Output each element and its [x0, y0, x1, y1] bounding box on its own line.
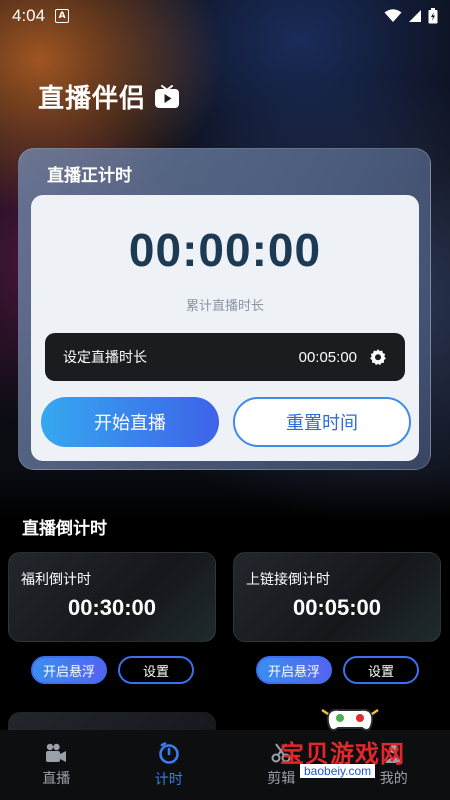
countdown-card-time: 00:05:00: [292, 595, 382, 620]
countdown-card-link: 上链接倒计时 00:05:00: [233, 552, 441, 642]
countdown-card-label: 上链接倒计时: [246, 572, 330, 588]
video-camera-icon: [46, 743, 67, 762]
gamepad-logo-icon: [321, 708, 379, 731]
nav-item-label: 计时: [154, 772, 183, 788]
countdown-section-title: 直播倒计时: [22, 519, 107, 539]
countdown-card-time: 00:30:00: [67, 595, 157, 620]
timer-caption: 累计直播时长: [185, 299, 264, 314]
settings-button[interactable]: 设置: [118, 656, 194, 684]
set-duration-row[interactable]: 设定直播时长 00:05:00: [45, 333, 405, 381]
start-live-button[interactable]: 开始直播: [41, 397, 219, 447]
watermark-url: baobeiy.com: [300, 764, 376, 778]
nav-item-timer[interactable]: 计时: [113, 730, 226, 800]
float-toggle-button[interactable]: 开启悬浮: [31, 656, 107, 684]
status-icons: [384, 8, 438, 24]
reset-time-button[interactable]: 重置时间: [233, 397, 411, 447]
page-title-text: 直播伴侣: [38, 84, 147, 114]
battery-icon: [428, 8, 438, 24]
elapsed-timer: 00:00:00: [128, 224, 322, 276]
countdown-card-bonus: 福利倒计时 00:30:00: [8, 552, 216, 642]
nav-item-live[interactable]: 直播: [0, 730, 113, 800]
notification-icon: A: [55, 9, 70, 23]
set-duration-label: 设定直播时长: [63, 350, 147, 366]
status-bar: 4:04 A: [0, 0, 450, 32]
count-up-header: 直播正计时: [47, 166, 132, 186]
wifi-icon: [384, 9, 402, 22]
watermark: 宝贝游戏网 baobeiy.com: [270, 704, 446, 786]
status-time: 4:04: [12, 6, 46, 25]
gear-icon[interactable]: [369, 348, 387, 366]
float-toggle-button[interactable]: 开启悬浮: [256, 656, 332, 684]
signal-icon: [409, 10, 421, 22]
countdown-card-label: 福利倒计时: [21, 572, 91, 588]
count-up-card: 直播正计时 00:00:00 累计直播时长 设定直播时长 00:05:00 开始…: [18, 148, 431, 470]
timer-icon: [158, 742, 179, 764]
page-title: 直播伴侣: [38, 78, 180, 115]
set-duration-value: 00:05:00: [298, 348, 357, 366]
nav-item-label: 直播: [42, 771, 71, 787]
settings-button[interactable]: 设置: [343, 656, 419, 684]
tv-icon: [155, 84, 180, 108]
count-up-panel: 00:00:00 累计直播时长 设定直播时长 00:05:00 开始直播 重置时…: [31, 195, 419, 461]
